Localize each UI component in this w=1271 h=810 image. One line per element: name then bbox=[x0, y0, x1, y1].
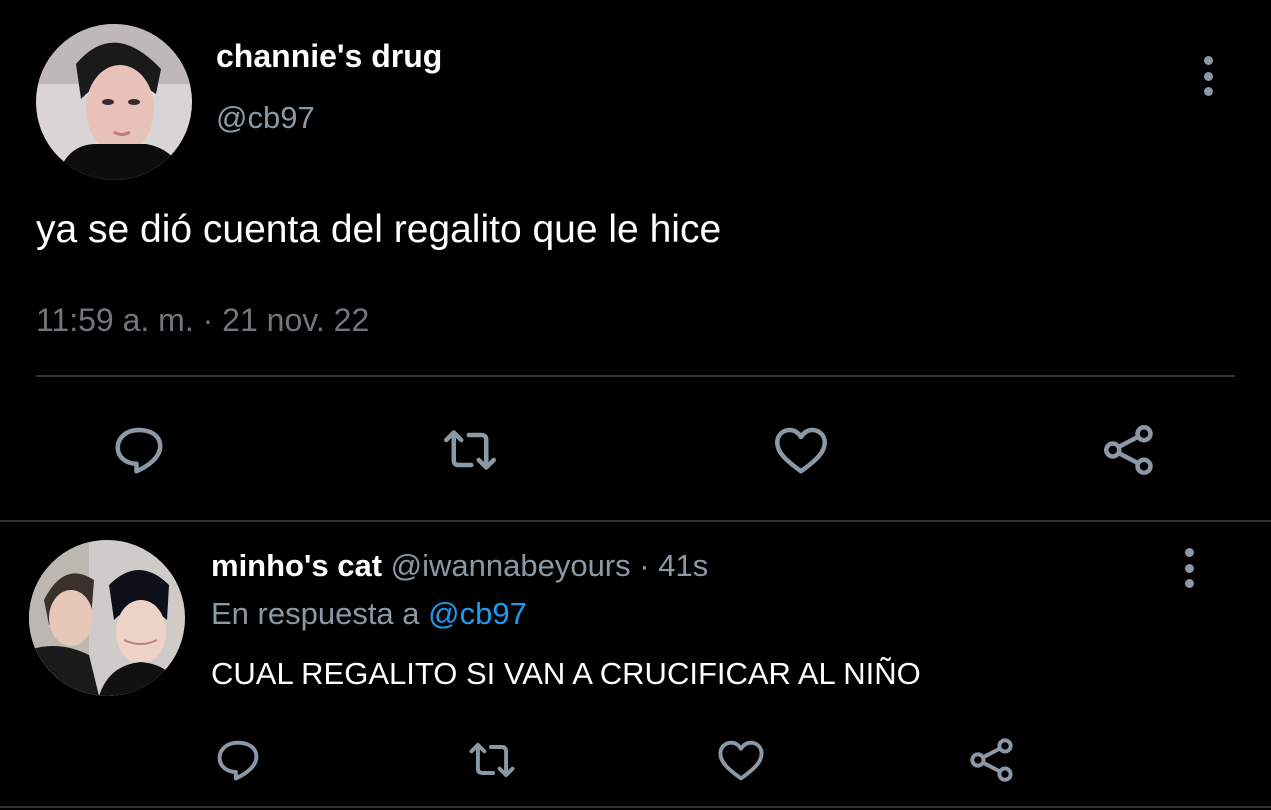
share-icon[interactable] bbox=[960, 728, 1024, 792]
mention-link[interactable]: @cb97 bbox=[428, 596, 527, 631]
user-handle[interactable]: @iwannabeyours bbox=[391, 548, 631, 583]
user-handle[interactable]: @cb97 bbox=[216, 100, 315, 136]
divider bbox=[36, 375, 1235, 377]
tweet-action-bar bbox=[0, 418, 1271, 482]
separator: · bbox=[639, 548, 650, 583]
tweet-text: CUAL REGALITO SI VAN A CRUCIFICAR AL NIÑ… bbox=[211, 656, 921, 691]
reply-icon[interactable] bbox=[206, 728, 270, 792]
retweet-icon[interactable] bbox=[438, 418, 502, 482]
tweet-time-ago[interactable]: 41s bbox=[658, 548, 708, 583]
avatar[interactable] bbox=[36, 24, 192, 180]
display-name[interactable]: minho's cat bbox=[211, 548, 382, 583]
avatar[interactable] bbox=[29, 540, 185, 696]
like-icon[interactable] bbox=[709, 728, 773, 792]
more-options-icon[interactable] bbox=[1190, 56, 1226, 96]
display-name[interactable]: channie's drug bbox=[216, 38, 442, 75]
tweet-action-bar bbox=[0, 728, 1271, 792]
avatar-photo bbox=[36, 24, 192, 180]
avatar-photo bbox=[29, 540, 185, 696]
like-icon[interactable] bbox=[769, 418, 833, 482]
share-icon[interactable] bbox=[1097, 418, 1161, 482]
reply-icon[interactable] bbox=[107, 418, 171, 482]
tweet-text: ya se dió cuenta del regalito que le hic… bbox=[36, 208, 722, 251]
main-tweet: channie's drug @cb97 ya se dió cuenta de… bbox=[0, 0, 1271, 520]
tweet-detail-screen: channie's drug @cb97 ya se dió cuenta de… bbox=[0, 0, 1271, 810]
more-options-icon[interactable] bbox=[1171, 548, 1207, 588]
reply-tweet[interactable]: minho's cat @iwannabeyours · 41s En resp… bbox=[0, 522, 1271, 810]
reply-prefix: En respuesta a bbox=[211, 596, 420, 631]
reply-header: minho's cat @iwannabeyours · 41s bbox=[211, 548, 708, 584]
reply-context: En respuesta a @cb97 bbox=[211, 596, 527, 632]
tweet-timestamp[interactable]: 11:59 a. m. · 21 nov. 22 bbox=[36, 302, 369, 339]
retweet-icon[interactable] bbox=[460, 728, 524, 792]
divider bbox=[0, 806, 1271, 808]
